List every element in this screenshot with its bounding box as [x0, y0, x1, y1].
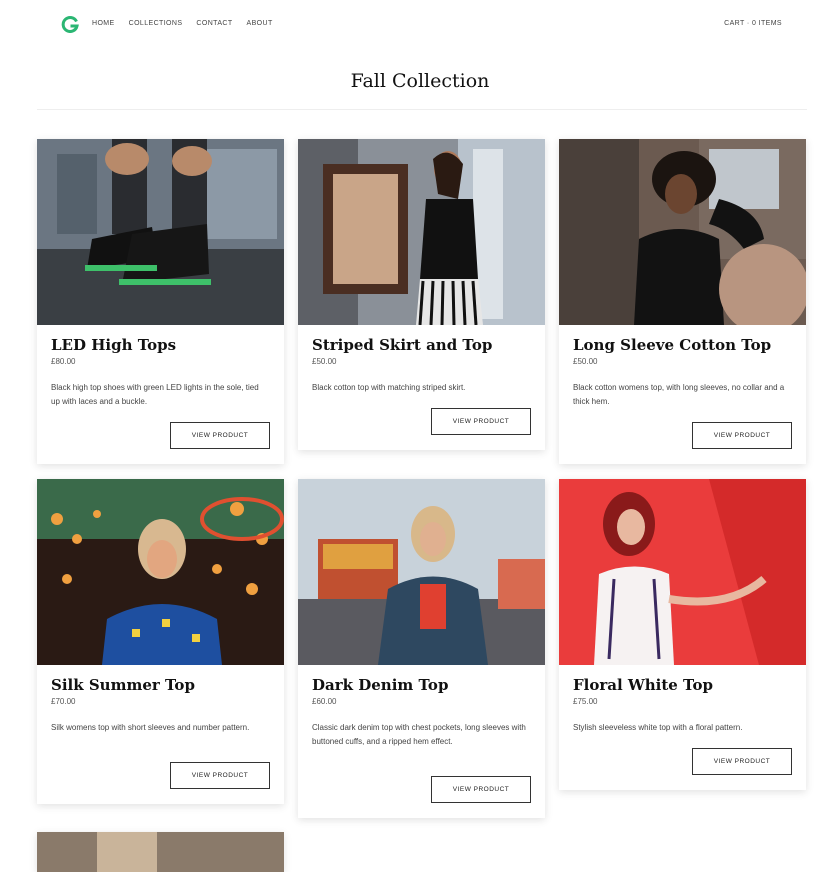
- view-product-button[interactable]: VIEW PRODUCT: [170, 422, 270, 449]
- product-description: Black high top shoes with green LED ligh…: [51, 383, 259, 406]
- product-image[interactable]: [559, 139, 806, 325]
- product-card: Long Sleeve Cotton Top £50.00 Black cott…: [559, 139, 806, 464]
- title-divider: [37, 109, 807, 110]
- view-product-button[interactable]: VIEW PRODUCT: [431, 408, 531, 435]
- product-description: Black cotton top with matching striped s…: [312, 383, 466, 392]
- product-image[interactable]: [37, 832, 284, 872]
- product-description: Silk womens top with short sleeves and n…: [51, 723, 250, 732]
- product-price: £50.00: [312, 357, 337, 366]
- brand-logo-icon[interactable]: [61, 15, 79, 33]
- product-name[interactable]: Striped Skirt and Top: [312, 336, 492, 354]
- nav-collections[interactable]: COLLECTIONS: [129, 20, 183, 27]
- product-name[interactable]: Long Sleeve Cotton Top: [573, 336, 771, 354]
- view-product-button[interactable]: VIEW PRODUCT: [170, 762, 270, 789]
- product-name[interactable]: Floral White Top: [573, 676, 713, 694]
- site-header: HOME COLLECTIONS CONTACT ABOUT CART · 0 …: [0, 0, 840, 50]
- view-product-button[interactable]: VIEW PRODUCT: [692, 422, 792, 449]
- product-image[interactable]: [37, 139, 284, 325]
- product-card: Silk Summer Top £70.00 Silk womens top w…: [37, 479, 284, 804]
- nav-home[interactable]: HOME: [92, 20, 115, 27]
- product-price: £60.00: [312, 697, 337, 706]
- product-name[interactable]: Dark Denim Top: [312, 676, 448, 694]
- product-name[interactable]: Silk Summer Top: [51, 676, 195, 694]
- product-image[interactable]: [298, 479, 545, 665]
- product-card-partial: [37, 832, 284, 872]
- product-image[interactable]: [37, 479, 284, 665]
- view-product-button[interactable]: VIEW PRODUCT: [431, 776, 531, 803]
- product-price: £75.00: [573, 697, 598, 706]
- main-nav: HOME COLLECTIONS CONTACT ABOUT: [92, 20, 273, 27]
- product-name[interactable]: LED High Tops: [51, 336, 176, 354]
- product-card: Floral White Top £75.00 Stylish sleevele…: [559, 479, 806, 790]
- product-card: LED High Tops £80.00 Black high top shoe…: [37, 139, 284, 464]
- view-product-button[interactable]: VIEW PRODUCT: [692, 748, 792, 775]
- page-title: Fall Collection: [350, 70, 490, 92]
- product-image[interactable]: [559, 479, 806, 665]
- product-card: Dark Denim Top £60.00 Classic dark denim…: [298, 479, 545, 818]
- product-image[interactable]: [298, 139, 545, 325]
- nav-about[interactable]: ABOUT: [247, 20, 273, 27]
- product-card: Striped Skirt and Top £50.00 Black cotto…: [298, 139, 545, 450]
- product-price: £70.00: [51, 697, 76, 706]
- product-description: Classic dark denim top with chest pocket…: [312, 723, 526, 746]
- product-price: £50.00: [573, 357, 598, 366]
- cart-link[interactable]: CART · 0 ITEMS: [724, 20, 782, 27]
- product-description: Stylish sleeveless white top with a flor…: [573, 723, 743, 732]
- nav-contact[interactable]: CONTACT: [196, 20, 232, 27]
- product-price: £80.00: [51, 357, 76, 366]
- product-description: Black cotton womens top, with long sleev…: [573, 383, 785, 406]
